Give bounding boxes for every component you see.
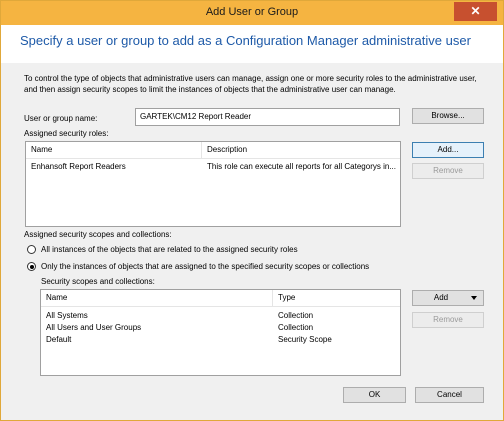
radio-all-instances[interactable] bbox=[27, 245, 36, 254]
user-name-field[interactable]: GARTEK\CM12 Report Reader bbox=[135, 108, 400, 126]
scope-name-cell: All Systems bbox=[46, 311, 88, 320]
security-roles-list[interactable]: Name Description Enhansoft Report Reader… bbox=[25, 141, 401, 227]
scope-name-cell: All Users and User Groups bbox=[46, 323, 142, 332]
scopes-list-label: Security scopes and collections: bbox=[41, 277, 155, 286]
user-name-label: User or group name: bbox=[24, 114, 98, 123]
dropdown-arrow-icon bbox=[471, 296, 477, 300]
radio-only-instances[interactable] bbox=[27, 262, 36, 271]
column-header-type[interactable]: Type bbox=[273, 290, 400, 306]
security-scopes-list[interactable]: Name Type All Systems Collection All Use… bbox=[40, 289, 401, 376]
remove-scope-button[interactable]: Remove bbox=[412, 312, 484, 328]
column-header-description[interactable]: Description bbox=[202, 142, 400, 158]
window-title: Add User or Group bbox=[205, 6, 299, 18]
scope-type-cell: Collection bbox=[278, 323, 314, 332]
scopes-section-label: Assigned security scopes and collections… bbox=[24, 230, 172, 239]
scope-name-cell: Default bbox=[46, 335, 72, 344]
add-role-button[interactable]: Add... bbox=[412, 142, 484, 158]
scope-type-cell: Collection bbox=[278, 311, 314, 320]
ok-button[interactable]: OK bbox=[343, 387, 406, 403]
cancel-button[interactable]: Cancel bbox=[415, 387, 484, 403]
dialog-header: Specify a user or group to add as a Conf… bbox=[1, 25, 503, 63]
table-row[interactable]: Default Security Scope bbox=[41, 334, 400, 346]
column-header-name[interactable]: Name bbox=[26, 142, 202, 158]
security-scopes-header: Name Type bbox=[41, 290, 400, 307]
security-roles-label: Assigned security roles: bbox=[24, 129, 109, 138]
radio-all-instances-label[interactable]: All instances of the objects that are re… bbox=[41, 245, 298, 254]
table-row[interactable]: All Users and User Groups Collection bbox=[41, 322, 400, 334]
remove-role-button[interactable]: Remove bbox=[412, 163, 484, 179]
browse-button[interactable]: Browse... bbox=[412, 108, 484, 124]
page-title: Specify a user or group to add as a Conf… bbox=[20, 33, 471, 48]
table-row[interactable]: All Systems Collection bbox=[41, 310, 400, 322]
security-roles-header: Name Description bbox=[26, 142, 400, 159]
add-user-or-group-dialog: Add User or Group ✕ Specify a user or gr… bbox=[0, 0, 504, 421]
add-scope-button[interactable]: Add bbox=[412, 290, 484, 306]
intro-text: To control the type of objects that admi… bbox=[24, 74, 477, 94]
scope-type-cell: Security Scope bbox=[278, 335, 332, 344]
table-row[interactable]: Enhansoft Report Readers This role can e… bbox=[26, 161, 400, 173]
role-description-cell: This role can execute all reports for al… bbox=[207, 162, 396, 171]
radio-only-instances-label[interactable]: Only the instances of objects that are a… bbox=[41, 262, 369, 271]
title-bar[interactable]: Add User or Group ✕ bbox=[1, 1, 503, 25]
close-icon[interactable]: ✕ bbox=[454, 2, 497, 21]
add-scope-button-label: Add bbox=[433, 293, 449, 302]
column-header-name[interactable]: Name bbox=[41, 290, 273, 306]
role-name-cell: Enhansoft Report Readers bbox=[31, 162, 126, 171]
